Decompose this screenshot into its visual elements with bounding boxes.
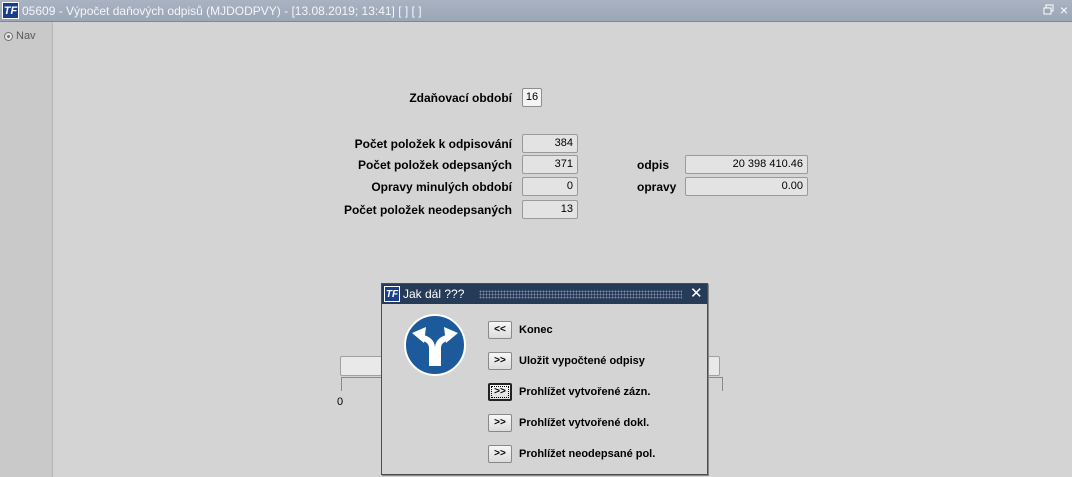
items-to-depreciate-field: 384 [522,134,578,153]
next-step-dialog: TF Jak dál ??? ✕ << Konec >> Uložit vypo… [381,283,708,475]
title-bar[interactable]: TF 05609 - Výpočet daňových odpisů (MJDO… [0,0,1072,22]
dialog-title-grip [479,290,682,299]
restore-icon[interactable] [1043,4,1055,16]
nav-radio[interactable] [4,32,13,41]
close-window-icon[interactable]: × [1058,3,1070,17]
exit-button[interactable]: << [488,321,512,339]
save-depreciation-button[interactable]: >> [488,352,512,370]
view-undepreciated-items-button[interactable]: >> [488,445,512,463]
view-created-records-label: Prohlížet vytvořené zázn. [519,386,651,398]
application-window: TF 05609 - Výpočet daňových odpisů (MJDO… [0,0,1072,477]
period-label: Zdaňovací období [409,91,512,105]
progress-scale-left-tick [341,377,342,391]
dialog-title-bar[interactable]: TF Jak dál ??? ✕ [382,284,707,304]
save-depreciation-label: Uložit vypočtené odpisy [519,355,645,367]
depreciation-field: 20 398 410.46 [685,155,808,174]
items-not-depreciated-field: 13 [522,200,578,219]
depreciation-label: odpis [637,158,669,172]
view-undepreciated-items-label: Prohlížet neodepsané pol. [519,448,656,460]
progress-scale-zero: 0 [337,396,344,408]
dialog-close-icon[interactable]: ✕ [690,285,703,303]
corrections-label: opravy [637,180,677,194]
past-corrections-field: 0 [522,177,578,196]
direction-sign-icon [404,314,466,376]
view-created-records-button[interactable]: >> [488,383,512,401]
past-corrections-label: Opravy minulých období [371,180,512,194]
period-field[interactable]: 16 [522,88,542,107]
corrections-field: 0.00 [685,177,808,196]
items-not-depreciated-label: Počet položek neodepsaných [343,203,512,217]
window-title: 05609 - Výpočet daňových odpisů (MJDODPV… [22,4,422,18]
dialog-app-logo-icon: TF [384,286,400,302]
view-created-documents-label: Prohlížet vytvořené dokl. [519,417,650,429]
nav-label[interactable]: Nav [16,30,36,42]
items-depreciated-field: 371 [522,155,578,174]
view-created-documents-button[interactable]: >> [488,414,512,432]
exit-label: Konec [519,324,553,336]
items-depreciated-label: Počet položek odepsaných [357,158,512,172]
progress-scale-right-tick [722,377,723,391]
nav-panel: Nav [0,22,53,477]
app-logo-icon: TF [2,2,19,19]
dialog-title: Jak dál ??? [403,287,465,301]
items-to-depreciate-label: Počet položek k odpisování [354,137,512,151]
